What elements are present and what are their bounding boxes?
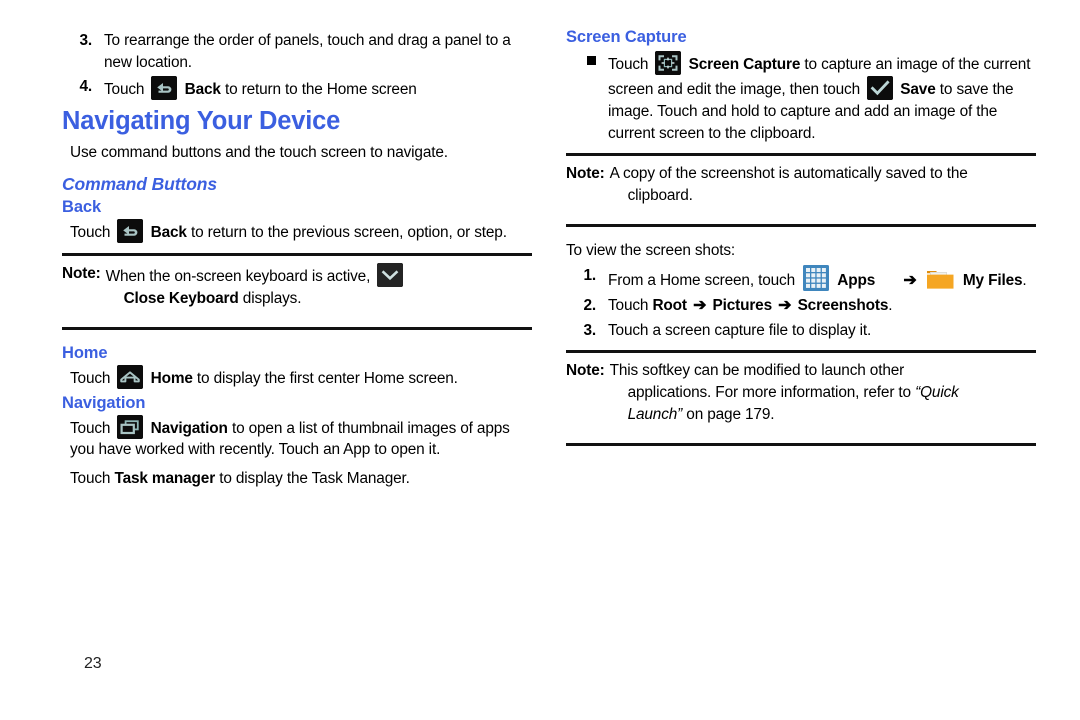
step-number: 4. <box>79 77 92 95</box>
view-steps-list: 1. From a Home screen, touch Apps ➔ My F… <box>566 265 1036 341</box>
back-bold-label: Back <box>150 224 187 242</box>
capture-bold-label-2: Save <box>900 80 936 98</box>
note-label: Note: <box>566 165 605 183</box>
back-pre-text: Touch <box>70 224 111 242</box>
note-label: Note: <box>566 362 605 380</box>
task-pre-text: Touch <box>70 470 111 488</box>
note-pre-text: When the on-screen keyboard is active, <box>105 268 371 286</box>
my-files-folder-icon <box>926 268 956 291</box>
close-keyboard-icon <box>377 263 404 288</box>
navigation-bold-label: Navigation <box>150 419 228 437</box>
step-pre-text: Touch <box>104 80 145 98</box>
note-rule-bottom <box>566 443 1036 447</box>
list-item: Touch Screen Capture to capture an image… <box>566 50 1036 145</box>
step-text: From a Home screen, touch Apps ➔ My File… <box>608 265 1036 293</box>
note-bold-label: Close Keyboard <box>123 289 239 307</box>
arrow-icon: ➔ <box>693 296 707 314</box>
home-bold-label: Home <box>150 369 193 387</box>
note-rule-bottom <box>566 224 1036 228</box>
step-bold-pictures: Pictures <box>712 296 773 314</box>
step-bold-root: Root <box>652 296 687 314</box>
navigation-paragraph: Touch Navigation to open a list of thumb… <box>70 414 532 462</box>
arrow-icon: ➔ <box>778 296 792 314</box>
step-pre-text: Touch <box>608 296 649 314</box>
navigation-icon <box>117 414 144 439</box>
subsection-heading-navigation: Navigation <box>62 393 146 412</box>
step-pre-text: From a Home screen, touch <box>608 272 795 290</box>
step-number: 1. <box>583 267 596 285</box>
navigation-pre-text: Touch <box>70 419 111 437</box>
step-bold-label: Back <box>184 80 221 98</box>
right-column: Screen Capture Touch Screen Capture to c… <box>566 28 1036 447</box>
note-post-text: displays. <box>242 289 302 307</box>
page-title: Navigating Your Device <box>62 106 341 135</box>
bullet-square-icon <box>566 51 608 73</box>
step-text: To rearrange the order of panels, touch … <box>104 32 511 71</box>
capture-bold-label: Screen Capture <box>688 55 801 73</box>
home-post-text: to display the first center Home screen. <box>196 369 458 387</box>
steps-top-list: 3. To rearrange the order of panels, tou… <box>62 30 532 101</box>
step-post-text: to return to the Home screen <box>224 80 417 98</box>
subsection-heading-back: Back <box>62 198 102 217</box>
note-close-keyboard: Note: When the on-screen keyboard is act… <box>62 256 532 318</box>
task-manager-paragraph: Touch Task manager to display the Task M… <box>70 468 532 490</box>
back-paragraph: Touch Back to return to the previous scr… <box>70 219 532 244</box>
capture-pre-text: Touch <box>608 55 649 73</box>
back-icon <box>151 75 178 100</box>
task-bold-label: Task manager <box>114 470 216 488</box>
step-text: Touch Root ➔ Pictures ➔ Screenshots. <box>608 295 1036 318</box>
step-post-text: . <box>1022 272 1027 290</box>
note-text: When the on-screen keyboard is active, C… <box>106 263 532 310</box>
home-pre-text: Touch <box>70 369 111 387</box>
step-number: 3. <box>583 321 596 339</box>
note-text: A copy of the screenshot is automaticall… <box>610 163 1036 207</box>
document-page: 3. To rearrange the order of panels, tou… <box>0 0 1080 720</box>
left-column: 3. To rearrange the order of panels, tou… <box>62 28 532 493</box>
note-text: This softkey can be modified to launch o… <box>610 360 1036 426</box>
view-screenshots-intro: To view the screen shots: <box>566 242 736 260</box>
screen-capture-text: Touch Screen Capture to capture an image… <box>608 50 1036 145</box>
step-text: Touch a screen capture file to display i… <box>608 321 872 339</box>
back-post-text: to return to the previous screen, option… <box>190 224 507 242</box>
intro-paragraph: Use command buttons and the touch screen… <box>70 144 448 162</box>
note-reference-title-part2: Launch” <box>627 406 683 424</box>
list-item: 2. Touch Root ➔ Pictures ➔ Screenshots. <box>566 295 1036 318</box>
apps-grid-icon <box>802 265 830 292</box>
section-heading-screen-capture: Screen Capture <box>566 28 687 46</box>
note-line-3-post: on page 179. <box>686 406 775 424</box>
save-check-icon <box>867 75 894 100</box>
step-bold-label-2: My Files <box>962 272 1023 290</box>
note-line-1: This softkey can be modified to launch o… <box>609 362 905 380</box>
note-rule-bottom <box>62 326 532 330</box>
note-softkey: Note: This softkey can be modified to la… <box>566 353 1036 434</box>
note-label: Note: <box>62 265 101 283</box>
home-paragraph: Touch Home to display the first center H… <box>70 364 532 390</box>
step-post-text: . <box>888 296 893 314</box>
note-line-2-pre: applications. For more information, refe… <box>627 384 912 402</box>
step-number: 3. <box>79 32 92 49</box>
step-text: Touch Back to return to the Home screen <box>104 75 532 101</box>
step-bold-label: Apps <box>837 272 876 290</box>
note-continuation-text: clipboard. <box>627 187 693 205</box>
list-item: 3. To rearrange the order of panels, tou… <box>62 30 532 74</box>
page-number: 23 <box>84 655 102 672</box>
list-item: 4. Touch Back to return to the Home scre… <box>62 75 532 101</box>
list-item: 3. Touch a screen capture file to displa… <box>566 320 1036 342</box>
subsection-heading-home: Home <box>62 343 108 362</box>
section-heading-command-buttons: Command Buttons <box>62 174 218 195</box>
arrow-icon: ➔ <box>903 272 917 290</box>
step-bold-screenshots: Screenshots <box>797 296 889 314</box>
note-main-text: A copy of the screenshot is automaticall… <box>609 165 968 183</box>
list-item: 1. From a Home screen, touch Apps ➔ My F… <box>566 265 1036 293</box>
screen-capture-icon <box>655 50 682 75</box>
home-icon <box>117 364 144 389</box>
note-reference-title-part1: “Quick <box>915 384 959 402</box>
step-number: 2. <box>583 296 596 314</box>
note-clipboard: Note: A copy of the screenshot is automa… <box>566 156 1036 215</box>
back-icon <box>117 219 144 244</box>
task-post-text: to display the Task Manager. <box>219 470 410 488</box>
